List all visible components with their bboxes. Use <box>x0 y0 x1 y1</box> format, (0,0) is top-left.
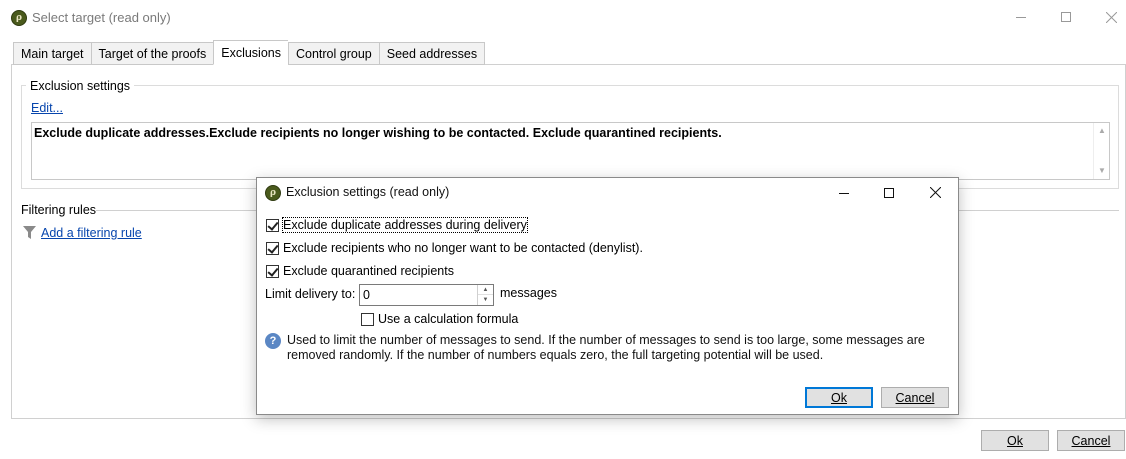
tab-target-of-proofs[interactable]: Target of the proofs <box>90 42 214 65</box>
calc-formula-checkbox[interactable] <box>361 312 374 326</box>
dialog-title-bar: ρ Exclusion settings (read only) <box>257 178 958 208</box>
maximize-icon <box>1061 12 1071 22</box>
limit-unit-label: messages <box>500 286 557 300</box>
stepper-buttons: ▲ ▼ <box>477 285 493 305</box>
exclude-denylist-label: Exclude recipients who no longer want to… <box>283 241 643 255</box>
dialog-ok-button[interactable]: Ok <box>805 387 873 408</box>
stepper-up-icon[interactable]: ▲ <box>478 285 493 295</box>
dialog-app-logo-icon: ρ <box>265 185 281 201</box>
tab-seed-addresses[interactable]: Seed addresses <box>378 42 486 65</box>
info-icon: ? <box>265 333 281 349</box>
funnel-icon <box>23 226 36 239</box>
exclusion-settings-label: Exclusion settings <box>26 79 135 93</box>
calc-formula-label: Use a calculation formula <box>378 312 519 326</box>
tab-control-group[interactable]: Control group <box>287 42 379 65</box>
dialog-title: Exclusion settings (read only) <box>286 185 450 199</box>
exclude-duplicates-label: Exclude duplicate addresses during deliv… <box>282 217 528 233</box>
minimize-icon <box>839 192 849 194</box>
limit-delivery-value[interactable]: 0 <box>363 288 370 302</box>
tab-exclusions[interactable]: Exclusions <box>213 40 288 65</box>
maximize-button[interactable] <box>1043 0 1089 34</box>
scroll-down-icon[interactable]: ▼ <box>1098 166 1106 175</box>
close-button[interactable] <box>1088 0 1126 34</box>
dialog-minimize-button[interactable] <box>821 178 867 207</box>
tab-strip: Main target Target of the proofs Exclusi… <box>13 40 486 65</box>
exclude-quarantined-label: Exclude quarantined recipients <box>283 264 454 278</box>
window-title: Select target (read only) <box>32 10 171 25</box>
dialog-cancel-button[interactable]: Cancel <box>881 387 949 408</box>
limit-delivery-label: Limit delivery to: <box>265 287 356 301</box>
close-icon <box>1105 11 1117 23</box>
close-icon <box>929 187 941 198</box>
app-logo-icon: ρ <box>11 10 27 26</box>
edit-link[interactable]: Edit... <box>31 101 63 115</box>
add-filtering-rule-link[interactable]: Add a filtering rule <box>41 226 142 240</box>
exclude-denylist-option[interactable]: Exclude recipients who no longer want to… <box>266 241 643 255</box>
limit-delivery-stepper[interactable]: 0 ▲ ▼ <box>359 284 494 306</box>
cancel-button[interactable]: Cancel <box>1057 430 1125 451</box>
summary-scrollbar[interactable]: ▲ ▼ <box>1093 123 1109 179</box>
scroll-up-icon[interactable]: ▲ <box>1098 126 1106 135</box>
exclude-denylist-checkbox[interactable] <box>266 241 279 255</box>
maximize-icon <box>884 187 894 198</box>
exclude-quarantined-checkbox[interactable] <box>266 264 279 278</box>
stepper-down-icon[interactable]: ▼ <box>478 295 493 305</box>
dialog-maximize-button[interactable] <box>866 178 912 207</box>
exclusion-summary-box[interactable]: Exclude duplicate addresses.Exclude reci… <box>31 122 1110 180</box>
exclude-quarantined-option[interactable]: Exclude quarantined recipients <box>266 264 454 278</box>
exclusion-settings-dialog: ρ Exclusion settings (read only) Exclude… <box>256 177 959 415</box>
exclude-duplicates-checkbox[interactable] <box>266 218 279 232</box>
calc-formula-option[interactable]: Use a calculation formula <box>361 312 518 326</box>
dialog-close-button[interactable] <box>912 178 958 207</box>
tab-main-target[interactable]: Main target <box>13 42 91 65</box>
minimize-button[interactable] <box>998 0 1044 34</box>
minimize-icon <box>1016 17 1026 18</box>
exclude-duplicates-option[interactable]: Exclude duplicate addresses during deliv… <box>266 217 528 233</box>
info-text: Used to limit the number of messages to … <box>287 333 925 362</box>
filtering-rules-label: Filtering rules <box>21 203 97 217</box>
ok-button[interactable]: Ok <box>981 430 1049 451</box>
exclusion-summary-text: Exclude duplicate addresses.Exclude reci… <box>34 126 722 140</box>
window-title-bar: ρ Select target (read only) <box>0 0 1126 36</box>
